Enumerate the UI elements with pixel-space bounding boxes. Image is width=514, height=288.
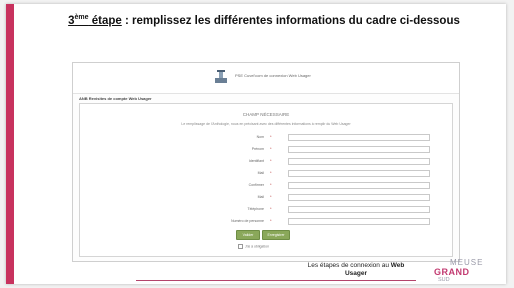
form-heading: CHAMP NÉCESSAIRE [242, 112, 290, 117]
cgu-checkbox-row[interactable]: J'ai à obligation [238, 244, 269, 249]
screenshot-header: PSE Cuvel'com de connexion Web Usager [73, 63, 459, 94]
brand-line-3: SUD [438, 277, 450, 283]
footer-text: Les étapes de connexion au [307, 262, 391, 269]
form-row: Téléphone * [80, 206, 452, 213]
form-row: Identifiant * [80, 158, 452, 165]
field-label: Numéro de personne [231, 219, 264, 223]
form-row: Mail * [80, 194, 452, 201]
required-marker: * [270, 170, 272, 175]
form-row: Confirmer * [80, 182, 452, 189]
checkbox-icon[interactable] [238, 244, 243, 249]
slide-title: 3ème étape : remplissez les différentes … [66, 12, 462, 27]
field-label: Confirmer [248, 183, 264, 187]
registration-form: CHAMP NÉCESSAIRE Le remplissage de l'Ant… [79, 103, 453, 257]
header-text: PSE Cuvel'com de connexion Web Usager [235, 73, 311, 78]
field-label: Nom [256, 135, 264, 139]
slide: 3ème étape : remplissez les différentes … [6, 4, 506, 284]
form-description: Le remplissage de l'Anthologie, nous en … [181, 122, 351, 126]
brand-logo: MEUSE GRAND SUD [434, 258, 506, 284]
form-row: Prénom * [80, 146, 452, 153]
cgu-label: J'ai à obligation [245, 244, 270, 249]
required-marker: * [270, 158, 272, 163]
footer-bold-usager: Usager [344, 270, 368, 277]
text-field[interactable] [288, 170, 430, 177]
brand-line-2: GRAND [434, 267, 470, 277]
required-marker: * [270, 134, 272, 139]
accent-bar [6, 4, 14, 284]
form-row: Nom * [80, 134, 452, 141]
form-row: Mail * [80, 170, 452, 177]
text-field[interactable] [288, 134, 430, 141]
title-step: 3ème étape [68, 14, 122, 27]
form-row: Numéro de personne * [80, 218, 452, 225]
footer-caption: Les étapes de connexion au Web Usager [286, 262, 426, 278]
field-label: Mail [257, 171, 264, 175]
field-label: Mail [257, 195, 264, 199]
embedded-screenshot: PSE Cuvel'com de connexion Web Usager AN… [72, 62, 460, 262]
brand-line-1: MEUSE [450, 258, 484, 267]
submit-button[interactable]: Valider [236, 230, 260, 240]
text-field[interactable] [288, 194, 430, 201]
required-marker: * [270, 146, 272, 151]
field-label: Identifiant [248, 159, 264, 163]
field-label: Prénom [251, 147, 264, 151]
panel-title: ANB Revisites de compte Web Usager [79, 96, 152, 101]
text-field[interactable] [288, 182, 430, 189]
field-label: Téléphone [247, 207, 264, 211]
text-field[interactable] [288, 158, 430, 165]
required-marker: * [270, 182, 272, 187]
text-field[interactable] [288, 146, 430, 153]
text-field[interactable] [288, 218, 430, 225]
text-field[interactable] [288, 206, 430, 213]
required-marker: * [270, 206, 272, 211]
save-button[interactable]: Enregistrer [262, 230, 290, 240]
footer-bold-web: Web [390, 262, 405, 269]
required-marker: * [270, 218, 272, 223]
required-marker: * [270, 194, 272, 199]
logo-icon [215, 70, 227, 83]
title-rest: : remplissez les différentes information… [121, 14, 460, 27]
footer-divider [136, 280, 416, 281]
